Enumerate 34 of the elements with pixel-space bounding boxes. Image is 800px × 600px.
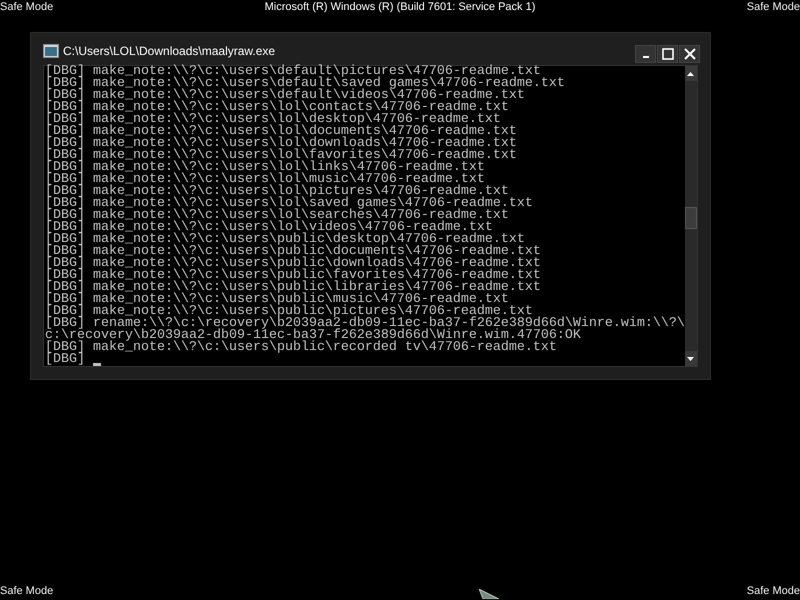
console-line: [DBG] make_note:\\?\c:\users\public\downloads\47706-readme.txt	[45, 258, 542, 270]
close-button[interactable]	[679, 45, 700, 63]
console-line: [DBG] make_note:\\?\c:\users\public\favorites\47706-readme.txt	[45, 270, 542, 282]
console-line: [DBG] make_note:\\?\c:\users\public\pictures\47706-readme.txt	[45, 306, 533, 318]
safe-mode-label: Safe Mode	[746, 584, 800, 598]
close-icon	[684, 48, 696, 60]
safe-mode-label: Safe Mode	[0, 0, 54, 14]
up-arrow-icon	[687, 72, 694, 76]
text-cursor	[93, 363, 101, 366]
maximize-icon	[662, 48, 674, 60]
console-line: c:\recovery\b2039aa2-db09-11ec-ba37-f262e389d66d\Winre.wim.47706:OK	[45, 330, 581, 342]
console-app-icon	[43, 44, 59, 58]
scroll-down-button[interactable]	[684, 351, 697, 366]
console-line: [DBG] make_note:\\?\c:\users\public\desktop\47706-readme.txt	[45, 234, 525, 246]
console-line: [DBG] make_note:\\?\c:\users\public\libraries\47706-readme.txt	[45, 282, 542, 294]
scrollbar-thumb[interactable]	[684, 207, 697, 229]
os-build-label: Microsoft (R) Windows (R) (Build 7601: Service Pack 1)	[264, 0, 536, 14]
safe-mode-label: Safe Mode	[746, 0, 800, 14]
console-line: [DBG] make_note:\\?\c:\users\public\recorded tv\47706-readme.txt	[45, 342, 557, 354]
scroll-up-button[interactable]	[684, 66, 697, 81]
minimize-icon	[642, 56, 648, 58]
console-prompt: [DBG]	[45, 354, 85, 366]
down-arrow-icon	[687, 356, 694, 360]
console-line: [DBG] rename:\\?\c:\recovery\b2039aa2-db09-11ec-ba37-f262e389d66d\Winre.wim:\\?\	[45, 318, 685, 330]
console-line: [DBG] make_note:\\?\c:\users\default\pictures\47706-readme.txt	[45, 66, 541, 78]
console-line: [DBG] make_note:\\?\c:\users\lol\pictures\47706-readme.txt	[45, 186, 509, 198]
console-line: [DBG] make_note:\\?\c:\users\public\music\47706-readme.txt	[45, 294, 509, 306]
minimize-button[interactable]	[635, 45, 656, 63]
console-line: [DBG] make_note:\\?\c:\users\lol\desktop\47706-readme.txt	[45, 114, 501, 126]
maximize-button[interactable]	[657, 45, 678, 63]
mouse-pointer-icon	[479, 589, 499, 599]
window-title: C:\Users\LOL\Downloads\maalyraw.exe	[63, 44, 276, 58]
console-line: [DBG] make_note:\\?\c:\users\public\documents\47706-readme.txt	[45, 246, 542, 258]
safe-mode-label: Safe Mode	[0, 584, 54, 598]
